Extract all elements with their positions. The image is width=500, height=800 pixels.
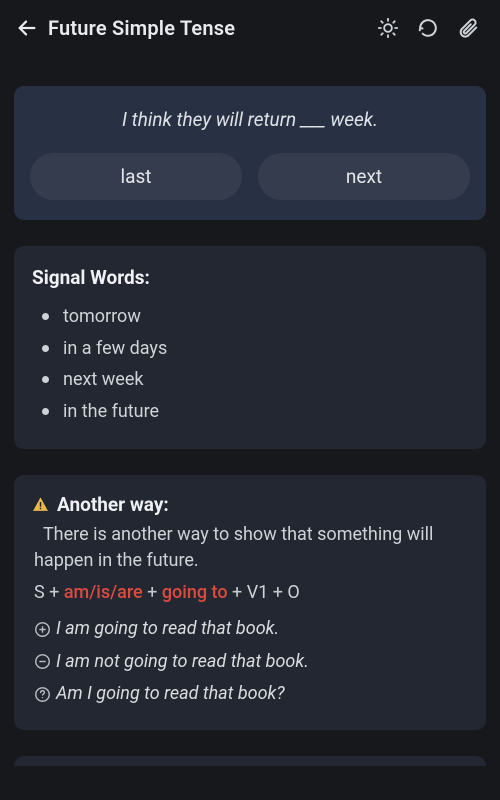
another-way-card: Another way: There is another way to sho… [14,475,486,730]
option-next[interactable]: next [258,153,470,200]
example-text: Am I going to read that book? [56,678,285,710]
back-button[interactable] [10,11,44,45]
example-negative: I am not going to read that book. [32,646,468,678]
example-question: Am I going to read that book? [32,678,468,710]
signal-words-title: Signal Words: [32,266,468,289]
page-title: Future Simple Tense [48,16,235,40]
list-item-text: in the future [63,396,159,428]
options-row: last next [30,153,470,200]
header: Future Simple Tense [0,0,500,56]
plus-circle-icon [34,621,56,638]
arrow-left-icon [16,17,38,39]
formula: S + am/is/are + going to + V1 + O [32,582,468,603]
option-last[interactable]: last [30,153,242,200]
refresh-icon [417,17,439,39]
another-way-header: Another way: [32,493,468,516]
question-card: I think they will return ___ week. last … [14,86,486,220]
list-item: next week [36,364,468,396]
another-way-title: Another way: [57,493,169,516]
signal-words-card: Signal Words: tomorrow in a few days nex… [14,246,486,449]
minus-circle-icon [34,653,56,670]
sun-icon [377,17,399,39]
example-positive: I am going to read that book. [32,613,468,645]
content: I think they will return ___ week. last … [0,86,500,766]
attachment-button[interactable] [450,10,486,46]
list-item-text: in a few days [63,333,167,365]
another-way-description: There is another way to show that someth… [32,522,468,574]
list-item: in the future [36,396,468,428]
warning-icon [32,496,49,513]
question-sentence: I think they will return ___ week. [30,108,470,131]
question-circle-icon [34,686,56,703]
list-item-text: next week [63,364,144,396]
list-item: in a few days [36,333,468,365]
next-card-peek [14,756,486,766]
paperclip-icon [457,17,479,39]
example-text: I am going to read that book. [56,613,279,645]
list-item: tomorrow [36,301,468,333]
refresh-button[interactable] [410,10,446,46]
example-text: I am not going to read that book. [56,646,309,678]
theme-toggle-button[interactable] [370,10,406,46]
list-item-text: tomorrow [63,301,141,333]
signal-words-list: tomorrow in a few days next week in the … [32,301,468,427]
